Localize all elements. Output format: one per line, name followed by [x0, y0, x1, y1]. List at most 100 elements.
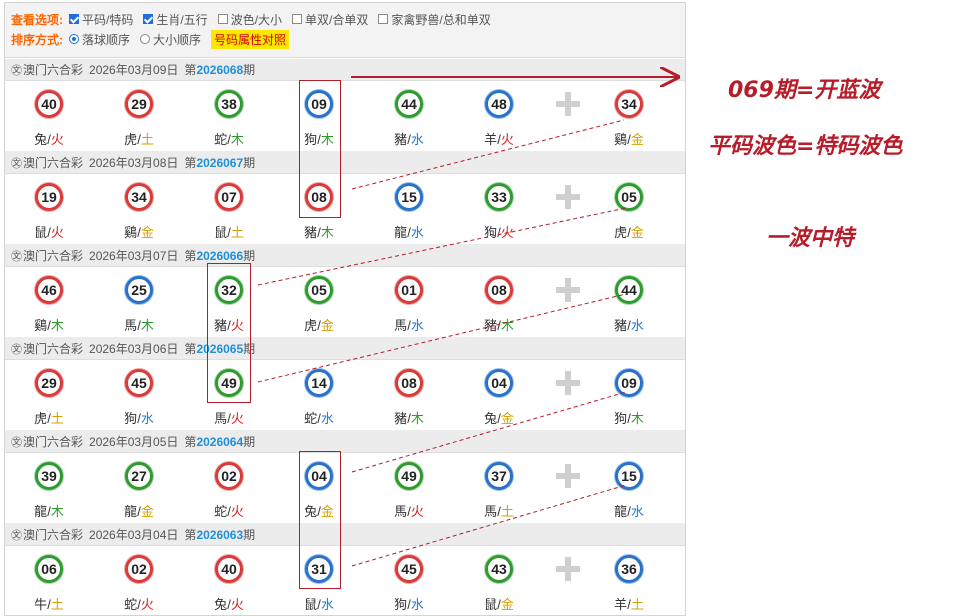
period-prefix: 第: [184, 249, 197, 263]
ball-attribute: 羊/土: [614, 597, 644, 612]
view-option-label: 平码/特码: [82, 12, 134, 27]
highlight-box: [299, 80, 341, 218]
lottery-ball: 06: [35, 555, 63, 583]
zodiac: 豬: [304, 225, 318, 240]
view-option-label: 家禽野兽/总和单双: [391, 12, 491, 27]
lottery-ball: 39: [35, 462, 63, 490]
checkbox[interactable]: [217, 14, 228, 24]
view-option-1[interactable]: 生肖/五行: [143, 11, 208, 28]
sort-option-1[interactable]: 大小顺序: [140, 31, 201, 48]
ball-cell: 39 龍/木: [17, 453, 77, 523]
lottery-logo-icon: ㉆: [11, 64, 22, 77]
zodiac: 鷄: [34, 318, 48, 333]
element: 水: [320, 411, 334, 426]
lottery-ball: 33: [485, 183, 513, 211]
checkbox[interactable]: [69, 14, 79, 24]
ball-cell: 46 鷄/木: [17, 267, 77, 337]
view-option-0[interactable]: 平码/特码: [69, 11, 133, 28]
radio[interactable]: [69, 34, 79, 44]
checkbox[interactable]: [292, 14, 303, 24]
zodiac: 鷄: [614, 132, 628, 147]
note-period-069: 069期=开蓝波: [728, 78, 881, 103]
zodiac: 馬: [394, 504, 408, 519]
element: 水: [630, 504, 644, 519]
special-ball-cell: 15 龍/水: [597, 453, 657, 523]
period-number[interactable]: 2026067: [196, 156, 243, 170]
ball-cell: 33 狗/火: [467, 174, 527, 244]
lottery-name: 澳门六合彩: [23, 249, 84, 263]
plus-icon: [554, 555, 582, 583]
zodiac: 虎: [124, 132, 138, 147]
zodiac: 馬: [484, 504, 498, 519]
element: 木: [50, 318, 64, 333]
lottery-ball: 08: [485, 276, 513, 304]
ball-attribute: 鷄/金: [124, 225, 154, 240]
lottery-ball: 01: [395, 276, 423, 304]
zodiac: 豬: [614, 318, 628, 333]
period-block: ㉆澳门六合彩 2026年03月04日第 2026063 期 06 牛/土 02 蛇/火 40 兔/…: [5, 524, 685, 615]
ball-cell: 40 兔/火: [197, 546, 257, 615]
ball-cell: 19 鼠/火: [17, 174, 77, 244]
period-suffix: 期: [243, 249, 256, 263]
period-number[interactable]: 2026068: [196, 63, 243, 77]
ball-cell: 49 馬/火: [377, 453, 437, 523]
lottery-logo-icon: ㉆: [11, 436, 22, 449]
view-option-2[interactable]: 波色/大小: [217, 11, 282, 28]
zodiac: 羊: [614, 597, 628, 612]
period-number[interactable]: 2026064: [196, 435, 243, 449]
ball-cell: 45 狗/水: [377, 546, 437, 615]
period-header: ㉆澳门六合彩 2026年03月05日第 2026064 期: [5, 431, 685, 453]
element: 土: [140, 132, 154, 147]
period-number[interactable]: 2026066: [196, 249, 243, 263]
ball-cell: 34 鷄/金: [107, 174, 167, 244]
ball-attribute: 蛇/水: [304, 411, 334, 426]
ball-attribute: 龍/水: [614, 504, 644, 519]
ball-cell: 15 龍/水: [377, 174, 437, 244]
ball-attribute: 狗/水: [394, 597, 424, 612]
highlight-box: [299, 451, 341, 589]
draw-date: 2026年03月06日: [89, 342, 179, 356]
period-header: ㉆澳门六合彩 2026年03月08日第 2026067 期: [5, 152, 685, 174]
lottery-name: 澳门六合彩: [23, 528, 84, 542]
lottery-ball: 15: [615, 462, 643, 490]
sort-option-0[interactable]: 落球顺序: [69, 31, 130, 48]
zodiac: 兔: [484, 411, 498, 426]
view-option-label: 单双/合单双: [305, 12, 369, 27]
radio[interactable]: [140, 34, 151, 44]
period-block: ㉆澳门六合彩 2026年03月06日第 2026065 期 29 虎/土 45 狗/水 49 馬/…: [5, 338, 685, 431]
period-number[interactable]: 2026063: [196, 528, 243, 542]
ball-attribute: 馬/土: [484, 504, 514, 519]
ball-attribute: 龍/金: [124, 504, 154, 519]
element: 火: [140, 597, 154, 612]
period-prefix: 第: [184, 156, 197, 170]
zodiac: 豬: [394, 411, 408, 426]
zodiac: 蛇: [214, 504, 228, 519]
ball-attribute: 虎/金: [614, 225, 644, 240]
element: 火: [230, 504, 244, 519]
checkbox[interactable]: [378, 14, 389, 24]
ball-attribute: 狗/火: [484, 225, 514, 240]
element: 水: [410, 318, 424, 333]
element: 木: [320, 225, 334, 240]
ball-cell: 14 蛇/水: [287, 360, 347, 430]
period-suffix: 期: [243, 63, 256, 77]
lottery-ball: 09: [615, 369, 643, 397]
special-ball-cell: 34 鷄/金: [597, 81, 657, 151]
element: 水: [630, 318, 644, 333]
lottery-ball: 07: [215, 183, 243, 211]
element: 土: [50, 411, 64, 426]
zodiac: 鼠: [304, 597, 318, 612]
element: 水: [140, 411, 154, 426]
view-option-4[interactable]: 家禽野兽/总和单双: [378, 11, 491, 28]
view-option-3[interactable]: 单双/合单双: [292, 11, 368, 28]
period-balls: 06 牛/土 02 蛇/火 40 兔/火 31 鼠/水 45 狗/水 43 鼠/金 36 羊/土: [5, 546, 685, 615]
ball-cell: 02 蛇/火: [197, 453, 257, 523]
special-ball-cell: 09 狗/木: [597, 360, 657, 430]
attribute-table-button[interactable]: 号码属性对照: [211, 29, 290, 49]
checkbox[interactable]: [143, 14, 154, 24]
period-header: ㉆澳门六合彩 2026年03月07日第 2026066 期: [5, 245, 685, 267]
lottery-name: 澳门六合彩: [23, 435, 84, 449]
ball-attribute: 牛/土: [34, 597, 64, 612]
period-header: ㉆澳门六合彩 2026年03月06日第 2026065 期: [5, 338, 685, 360]
element: 火: [50, 225, 64, 240]
